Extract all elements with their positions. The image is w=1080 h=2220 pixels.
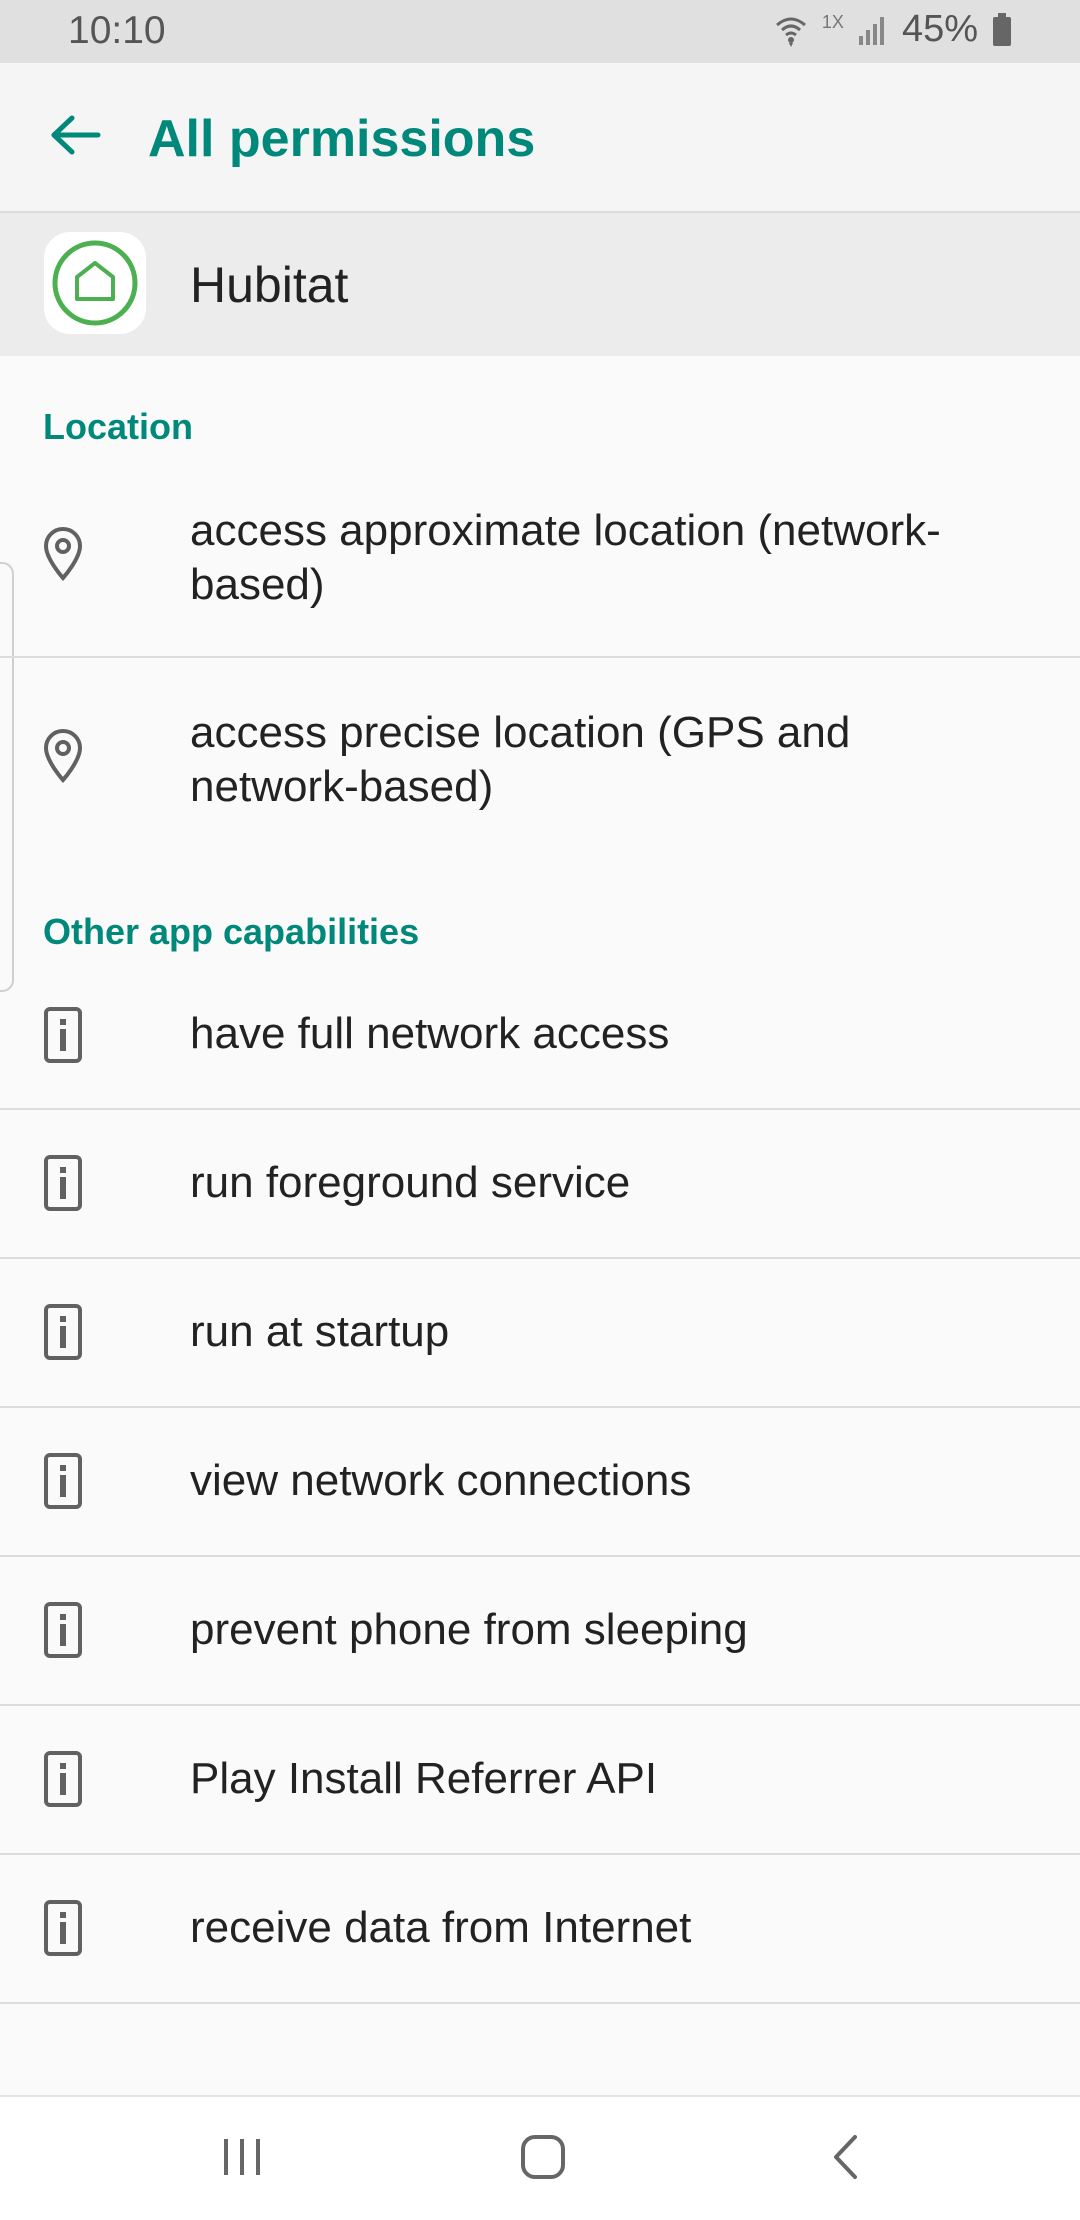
- permission-row-install-referrer[interactable]: Play Install Referrer API: [0, 1706, 1080, 1853]
- device-info-icon: [40, 1751, 86, 1807]
- permission-label: access precise location (GPS and network…: [190, 708, 851, 811]
- screen: 10:10 1X 45% All permissions Hubitat Loc…: [0, 0, 1080, 2220]
- permission-row-receive-data[interactable]: receive data from Internet: [0, 1855, 1080, 2002]
- nav-back-button[interactable]: [806, 2127, 886, 2191]
- wifi-icon: [774, 13, 808, 47]
- cell-signal-icon: [858, 14, 888, 46]
- page-title: All permissions: [148, 110, 536, 168]
- divider: [0, 2002, 1080, 2004]
- recents-icon: [222, 2137, 262, 2182]
- permission-label: prevent phone from sleeping: [190, 1605, 748, 1654]
- hubitat-logo-icon: [44, 232, 146, 334]
- status-bar: 10:10 1X 45%: [0, 0, 1080, 63]
- divider: [0, 656, 1080, 658]
- app-name: Hubitat: [190, 257, 349, 313]
- permission-row-run-at-startup[interactable]: run at startup: [0, 1259, 1080, 1406]
- battery-icon: [992, 12, 1012, 47]
- network-badge: 1X: [821, 12, 844, 32]
- permission-row-foreground-service[interactable]: run foreground service: [0, 1110, 1080, 1257]
- permission-label: receive data from Internet: [190, 1903, 692, 1952]
- permission-row-precise-location[interactable]: access precise location (GPS and network…: [0, 688, 1080, 858]
- permission-label: have full network access: [190, 1009, 670, 1058]
- device-info-icon: [40, 1602, 86, 1658]
- battery-percent: 45%: [901, 8, 978, 50]
- permission-label: access approximate location (network-bas…: [190, 506, 941, 609]
- permission-label: view network connections: [190, 1456, 692, 1505]
- permission-label: run at startup: [190, 1307, 450, 1356]
- device-info-icon: [40, 1900, 86, 1956]
- status-icons: 1X 45%: [774, 8, 1012, 51]
- back-icon: [831, 2134, 861, 2185]
- location-pin-icon: [40, 526, 86, 582]
- device-info-icon: [40, 1304, 86, 1360]
- device-info-icon: [40, 1007, 86, 1063]
- home-icon: [520, 2134, 566, 2185]
- app-header: Hubitat: [0, 213, 1080, 356]
- permission-row-approximate-location[interactable]: access approximate location (network-bas…: [0, 486, 1080, 656]
- section-title-other-app-capabilities: Other app capabilities: [43, 911, 420, 952]
- home-button[interactable]: [503, 2127, 583, 2191]
- permission-label: Play Install Referrer API: [190, 1754, 658, 1803]
- back-button[interactable]: [40, 101, 112, 173]
- status-time: 10:10: [68, 9, 166, 52]
- app-bar: All permissions: [0, 63, 1080, 213]
- system-nav-bar: [0, 2095, 1080, 2220]
- arrow-back-icon: [50, 114, 102, 161]
- permission-label: run foreground service: [190, 1158, 631, 1207]
- permission-row-full-network-access[interactable]: have full network access: [0, 960, 1080, 1108]
- device-info-icon: [40, 1453, 86, 1509]
- location-pin-icon: [40, 728, 86, 784]
- section-title-location: Location: [43, 406, 193, 447]
- device-info-icon: [40, 1155, 86, 1211]
- permission-row-prevent-sleeping[interactable]: prevent phone from sleeping: [0, 1557, 1080, 1704]
- recents-button[interactable]: [202, 2127, 282, 2191]
- permission-row-view-network-connections[interactable]: view network connections: [0, 1408, 1080, 1555]
